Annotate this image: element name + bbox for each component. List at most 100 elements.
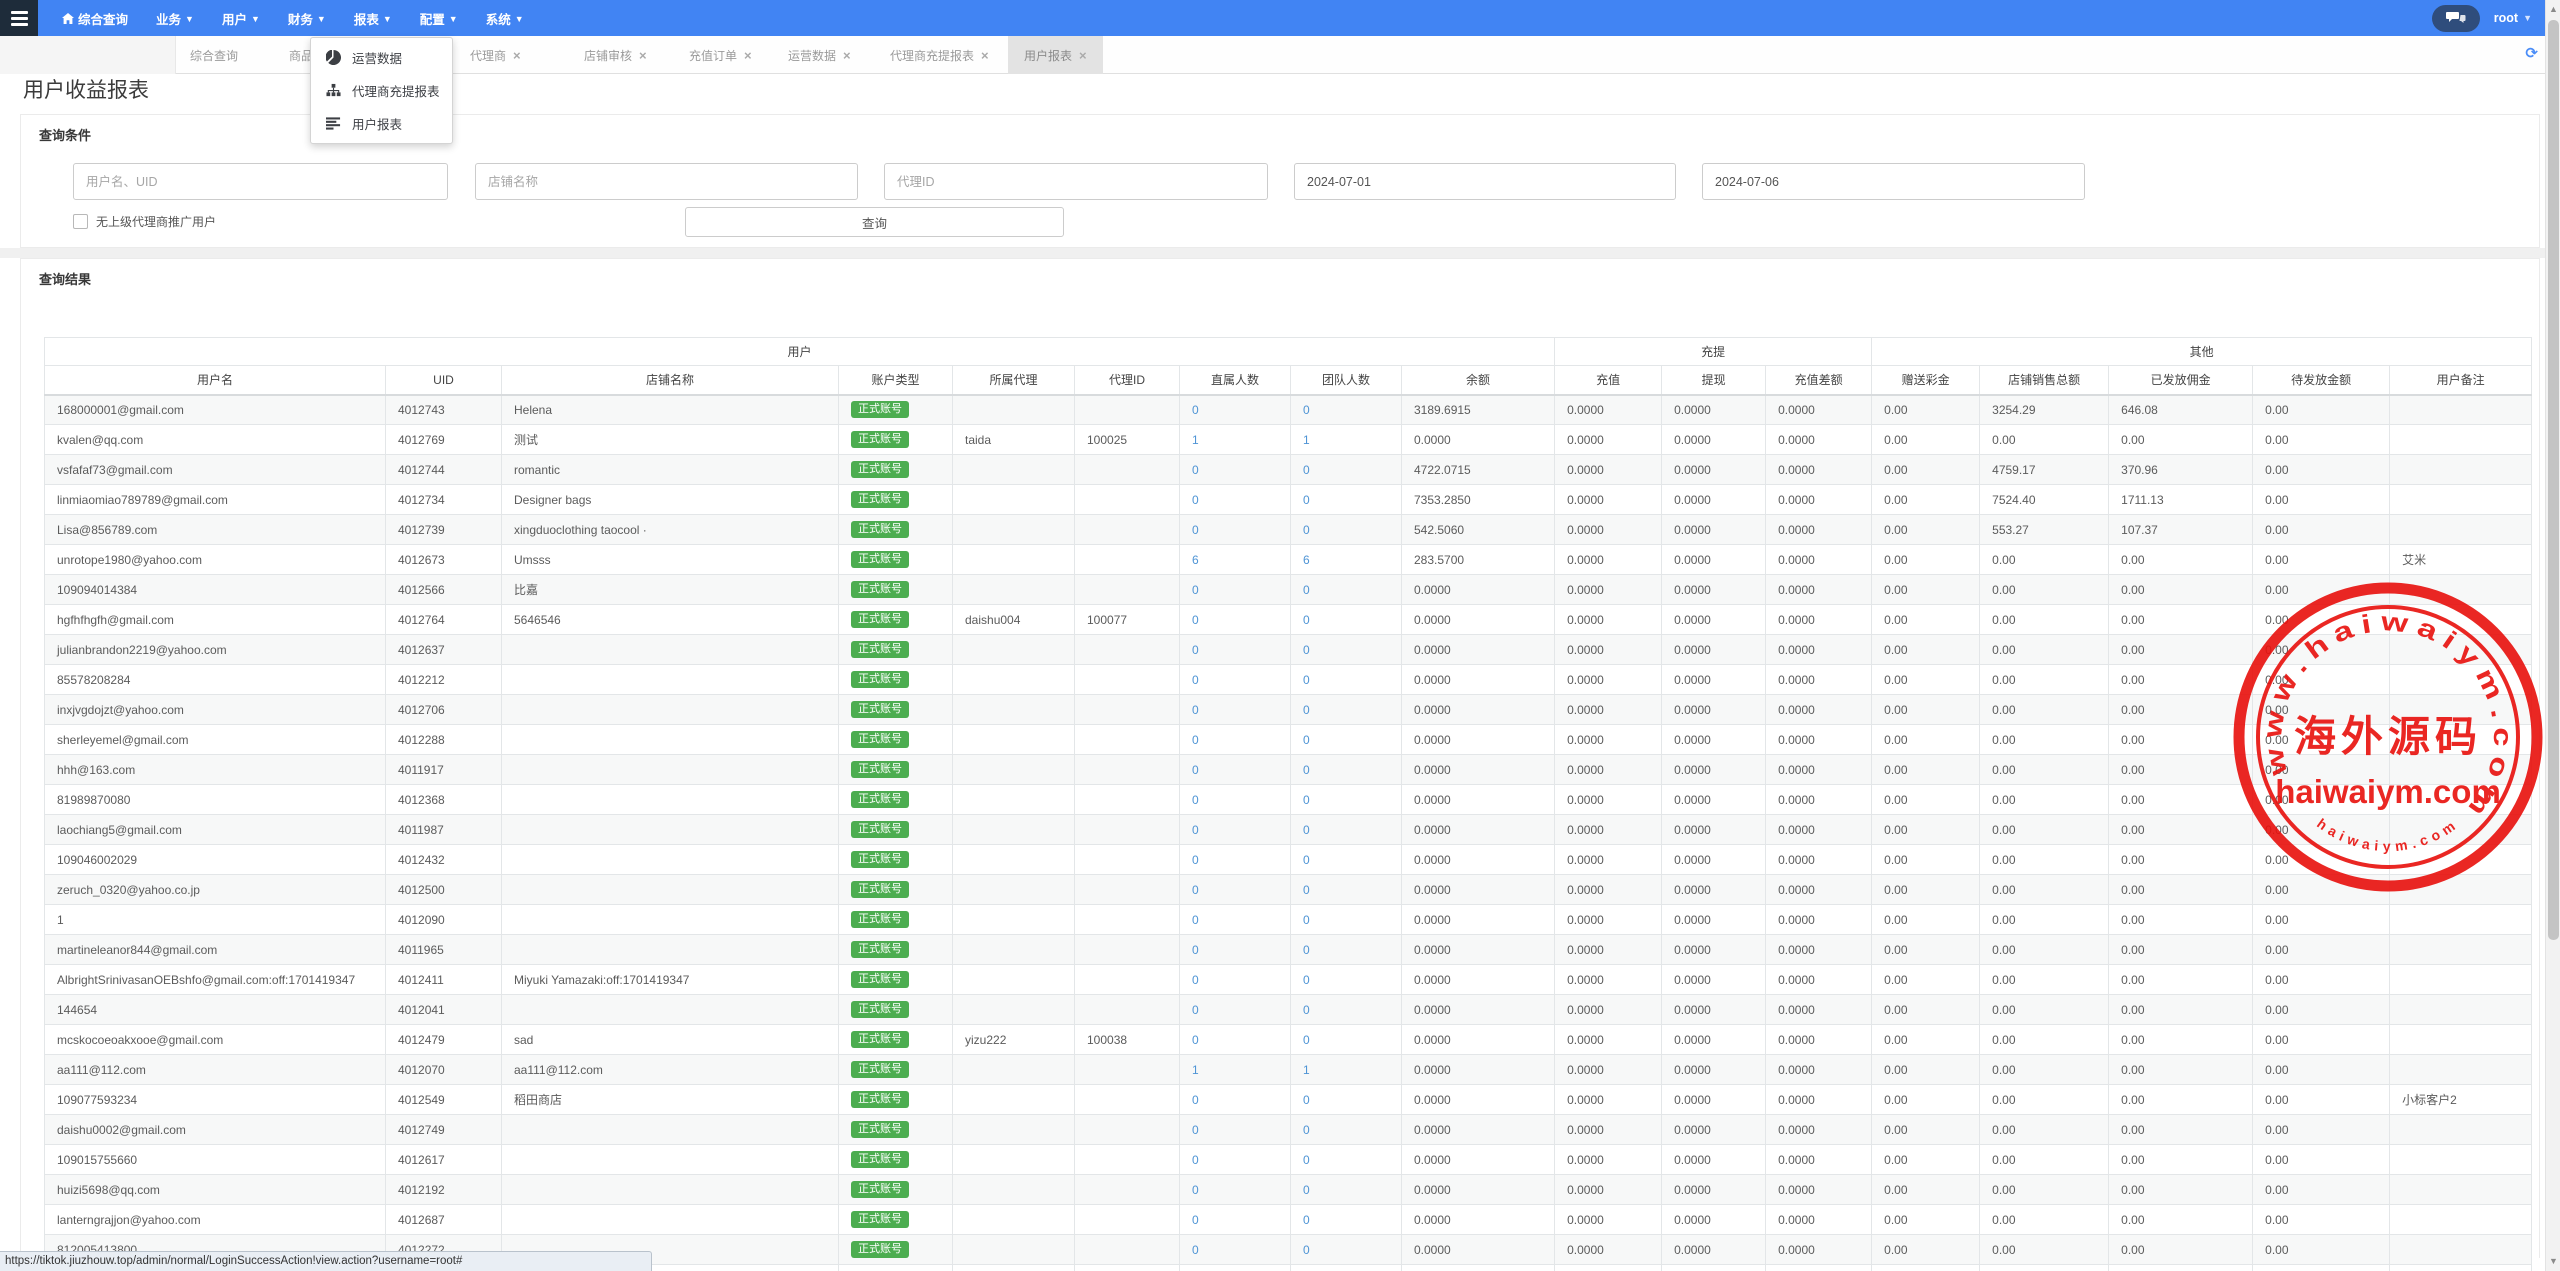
direct-count-link[interactable]: 0 [1192,1213,1199,1227]
tab-用户报表[interactable]: 用户报表× [1008,36,1103,74]
close-icon[interactable]: × [744,48,752,63]
direct-count-link[interactable]: 0 [1192,973,1199,987]
close-icon[interactable]: × [843,48,851,63]
direct-count-link[interactable]: 0 [1192,1093,1199,1107]
direct-count-link[interactable]: 0 [1192,403,1199,417]
nav-item-4[interactable]: 报表▼ [354,9,392,28]
direct-count-link[interactable]: 0 [1192,1033,1199,1047]
direct-count-link[interactable]: 0 [1192,1183,1199,1197]
nav-item-6[interactable]: 系统▼ [486,9,524,28]
direct-count-link[interactable]: 0 [1192,853,1199,867]
direct-count-link[interactable]: 0 [1192,883,1199,897]
menu-item-agent-recharge-report[interactable]: 代理商充提报表 [311,74,452,107]
end-date-input[interactable] [1702,163,2085,200]
team-count-link[interactable]: 0 [1303,523,1310,537]
team-count-link[interactable]: 0 [1303,1033,1310,1047]
team-count-link[interactable]: 0 [1303,913,1310,927]
team-count-link[interactable]: 0 [1303,493,1310,507]
direct-count-link[interactable]: 0 [1192,703,1199,717]
nav-item-5[interactable]: 配置▼ [420,9,458,28]
direct-count-link[interactable]: 0 [1192,523,1199,537]
menu-item-operations-data[interactable]: 运营数据 [311,41,452,74]
direct-count-link[interactable]: 0 [1192,643,1199,657]
direct-count-link[interactable]: 0 [1192,463,1199,477]
team-count-link[interactable]: 1 [1303,433,1310,447]
search-button[interactable]: 查询 [685,207,1064,237]
nav-item-2[interactable]: 用户▼ [222,9,260,28]
team-count-link[interactable]: 0 [1303,673,1310,687]
direct-count-link[interactable]: 0 [1192,673,1199,687]
no-agent-checkbox[interactable] [73,214,88,229]
team-count-link[interactable]: 0 [1303,463,1310,477]
team-count-link[interactable]: 0 [1303,643,1310,657]
direct-count-link[interactable]: 0 [1192,823,1199,837]
direct-count-link[interactable]: 0 [1192,793,1199,807]
tab-代理商[interactable]: 代理商× [466,36,525,74]
direct-count-link[interactable]: 0 [1192,913,1199,927]
team-count-link[interactable]: 0 [1303,613,1310,627]
refresh-icon[interactable]: ⟳ [2525,46,2538,61]
team-count-link[interactable]: 0 [1303,1183,1310,1197]
direct-count-link[interactable]: 6 [1192,553,1199,567]
vertical-scrollbar[interactable]: ▲ ▼ [2545,0,2560,1271]
team-count-link[interactable]: 6 [1303,553,1310,567]
direct-count-link[interactable]: 0 [1192,613,1199,627]
agent-id-input[interactable] [884,163,1268,200]
cell: 0.0000 [1555,1085,1662,1115]
close-icon[interactable]: × [639,48,647,63]
team-count-link[interactable]: 0 [1303,1153,1310,1167]
team-count-link[interactable]: 0 [1303,973,1310,987]
close-icon[interactable]: × [1079,48,1087,63]
direct-count-link[interactable]: 0 [1192,1123,1199,1137]
direct-count-link[interactable]: 0 [1192,583,1199,597]
cell: 0.00 [2109,425,2253,455]
direct-count-link[interactable]: 1 [1192,1063,1199,1077]
direct-count-link[interactable]: 0 [1192,1003,1199,1017]
username-uid-input[interactable] [73,163,448,200]
team-count-link[interactable]: 0 [1303,883,1310,897]
tab-充值订单[interactable]: 充值订单× [685,36,756,74]
user-menu[interactable]: root ▼ [2494,11,2532,25]
direct-count-link[interactable]: 0 [1192,1243,1199,1257]
nav-item-0[interactable]: 综合查询 [62,9,128,28]
cell [953,515,1075,545]
team-count-link[interactable]: 0 [1303,403,1310,417]
start-date-input[interactable] [1294,163,1676,200]
team-count-link[interactable]: 0 [1303,1213,1310,1227]
team-count-link[interactable]: 0 [1303,703,1310,717]
direct-count-link[interactable]: 0 [1192,493,1199,507]
scroll-up-arrow[interactable]: ▲ [2546,2,2560,17]
nav-item-1[interactable]: 业务▼ [156,9,194,28]
tab-代理商充提报表[interactable]: 代理商充提报表× [886,36,993,74]
close-icon[interactable]: × [513,48,521,63]
scroll-down-arrow[interactable]: ▼ [2546,1254,2560,1269]
team-count-link[interactable]: 0 [1303,793,1310,807]
shop-name-input[interactable] [475,163,858,200]
tab-店铺审核[interactable]: 店铺审核× [580,36,651,74]
team-count-link[interactable]: 0 [1303,1243,1310,1257]
team-count-link[interactable]: 0 [1303,1093,1310,1107]
team-count-link[interactable]: 0 [1303,763,1310,777]
direct-count-link[interactable]: 0 [1192,943,1199,957]
direct-count-link[interactable]: 1 [1192,433,1199,447]
team-count-link[interactable]: 0 [1303,823,1310,837]
direct-count-link[interactable]: 0 [1192,763,1199,777]
team-count-link[interactable]: 0 [1303,1003,1310,1017]
chat-button[interactable] [2432,5,2480,32]
direct-count-link[interactable]: 0 [1192,733,1199,747]
team-count-link[interactable]: 0 [1303,1123,1310,1137]
menu-toggle-button[interactable] [0,0,38,36]
menu-item-user-report[interactable]: 用户报表 [311,107,452,140]
results-section-title: 查询结果 [39,269,91,288]
close-icon[interactable]: × [981,48,989,63]
team-count-link[interactable]: 0 [1303,583,1310,597]
tab-综合查询[interactable]: 综合查询 [186,36,242,74]
direct-count-link[interactable]: 0 [1192,1153,1199,1167]
team-count-link[interactable]: 1 [1303,1063,1310,1077]
team-count-link[interactable]: 0 [1303,943,1310,957]
scrollbar-thumb[interactable] [2548,20,2559,940]
team-count-link[interactable]: 0 [1303,733,1310,747]
team-count-link[interactable]: 0 [1303,853,1310,867]
nav-item-3[interactable]: 财务▼ [288,9,326,28]
tab-运营数据[interactable]: 运营数据× [784,36,855,74]
